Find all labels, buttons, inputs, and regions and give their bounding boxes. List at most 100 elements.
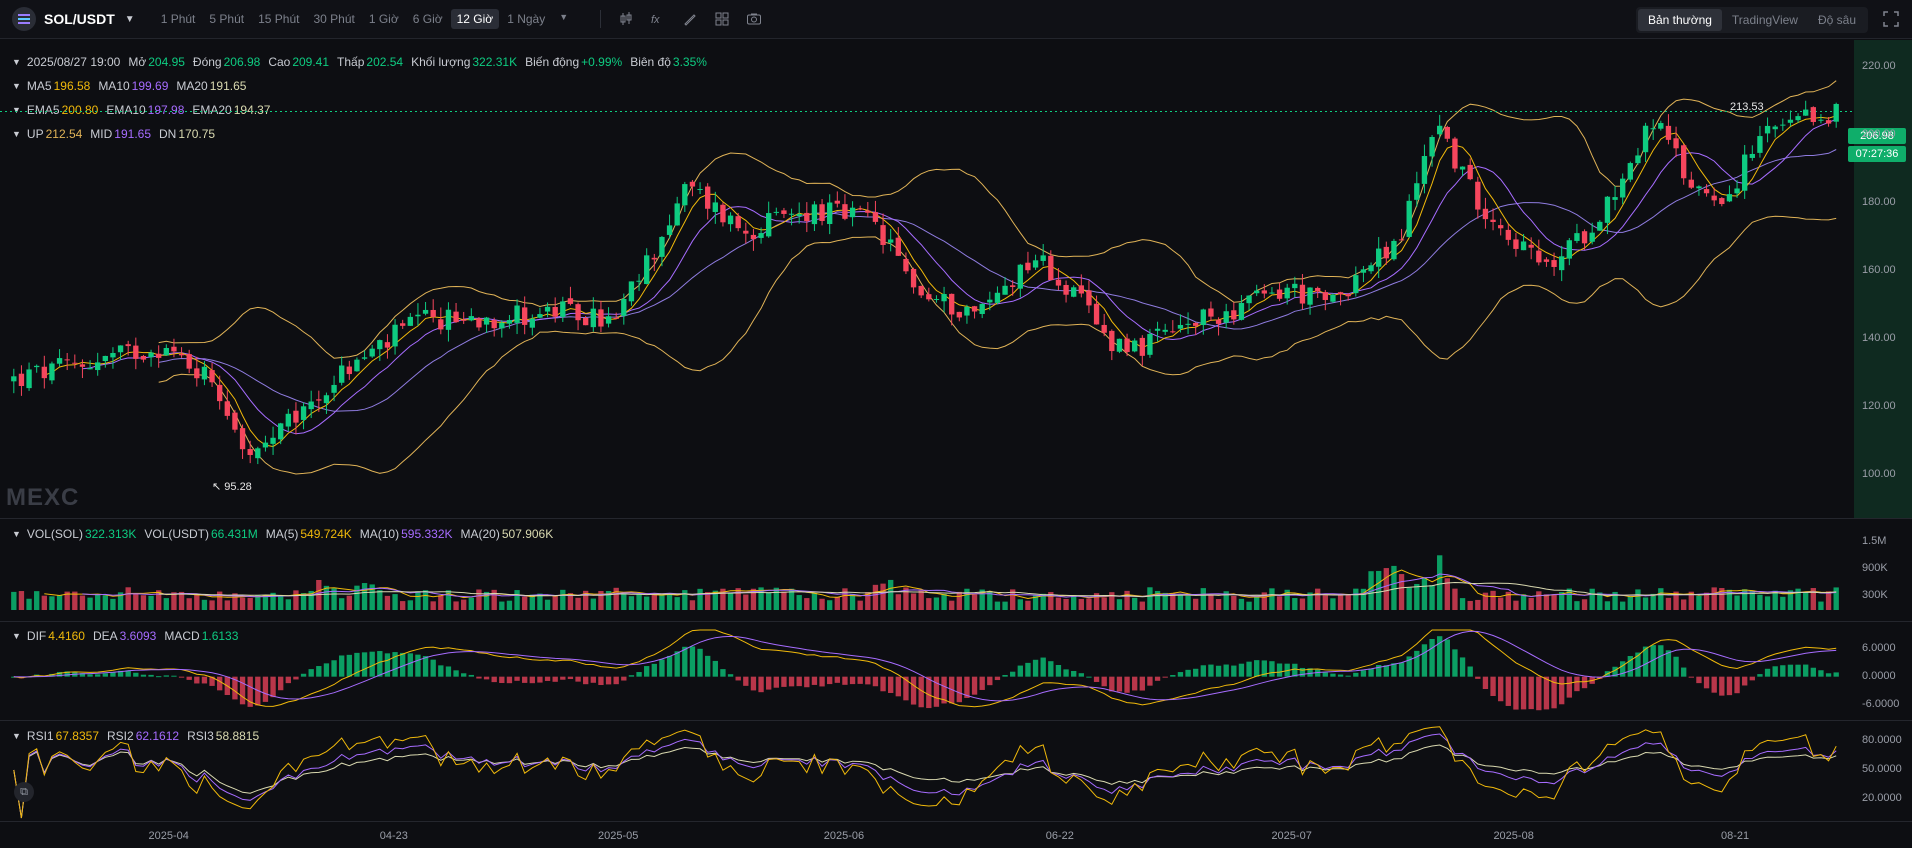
volume-bar xyxy=(750,588,757,610)
volume-bar xyxy=(1292,598,1298,610)
candle-type-icon[interactable] xyxy=(615,8,637,30)
collapse-icon[interactable]: ▼ xyxy=(12,57,21,67)
macd-histogram-bar xyxy=(1642,646,1649,677)
volume-bar xyxy=(514,590,520,610)
volume-bar xyxy=(361,583,368,610)
screenshot-icon[interactable] xyxy=(743,8,765,30)
candle-body xyxy=(506,320,513,324)
interval-1-giờ[interactable]: 1 Giờ xyxy=(363,9,405,29)
dif-value: 4.4160 xyxy=(48,629,85,643)
candle-body xyxy=(1063,284,1069,295)
volume-bar xyxy=(95,593,101,610)
macd-histogram-bar xyxy=(758,676,764,693)
macd-histogram-bar xyxy=(506,676,513,684)
candle-body xyxy=(499,322,505,329)
collapse-icon[interactable]: ▼ xyxy=(12,631,21,641)
interval-1-ngày[interactable]: 1 Ngày xyxy=(501,9,551,29)
candle-body xyxy=(933,298,940,300)
volume-bar xyxy=(468,597,474,610)
view-độ-sâu[interactable]: Độ sâu xyxy=(1808,9,1866,31)
indicators-icon[interactable]: fx xyxy=(647,8,669,30)
volume-axis-label: 900K xyxy=(1862,562,1888,574)
macd-histogram-bar xyxy=(712,660,718,677)
interval-1-phút[interactable]: 1 Phút xyxy=(155,9,202,29)
volume-bar xyxy=(1818,601,1824,610)
interval-selector: 1 Phút 5 Phút 15 Phút 30 Phút 1 Giờ 6 Giờ 12 G… xyxy=(155,9,574,29)
candle-body xyxy=(415,314,421,317)
candle-body xyxy=(1780,124,1786,126)
macd-histogram-bar xyxy=(316,666,322,677)
interval-12-giờ[interactable]: 12 Giờ xyxy=(450,9,500,29)
draw-icon[interactable] xyxy=(679,8,701,30)
macd-histogram-bar xyxy=(865,676,871,685)
collapse-icon[interactable]: ▼ xyxy=(12,105,21,115)
volume-bar xyxy=(293,590,299,610)
interval-5-phút[interactable]: 5 Phút xyxy=(203,9,250,29)
candle-body xyxy=(1452,138,1458,169)
collapse-icon[interactable]: ▼ xyxy=(12,529,21,539)
candle-body xyxy=(613,317,619,319)
candle-body xyxy=(125,344,131,347)
macd-histogram-bar xyxy=(11,676,17,678)
macd-histogram-bar xyxy=(522,676,528,683)
candle-body xyxy=(11,376,17,382)
candle-body xyxy=(1078,285,1084,294)
fullscreen-icon[interactable] xyxy=(1882,10,1900,28)
interval-30-phút[interactable]: 30 Phút xyxy=(307,9,360,29)
candle-body xyxy=(1505,229,1511,240)
macd-histogram-bar xyxy=(422,656,429,677)
volume-bar xyxy=(163,598,169,610)
candle-body xyxy=(1238,302,1245,320)
volume-bar xyxy=(1147,587,1153,610)
collapse-icon[interactable]: ▼ xyxy=(12,129,21,139)
ema10-value: 197.98 xyxy=(147,103,185,117)
macd-histogram-bar xyxy=(926,676,932,709)
volume-bar xyxy=(117,592,124,610)
ma10-value: 199.69 xyxy=(131,79,169,93)
mexc-watermark: MEXC xyxy=(6,484,80,511)
candle-body xyxy=(1284,287,1290,299)
volume-bar xyxy=(933,597,940,610)
volume-bar xyxy=(476,589,482,610)
ma5-line xyxy=(44,115,1837,448)
volume-bar xyxy=(377,590,383,610)
chart-settings-icon[interactable]: ⧉ xyxy=(14,782,34,802)
view-bản-thường[interactable]: Bản thường xyxy=(1637,9,1722,31)
candle-body xyxy=(34,365,40,368)
candle-body xyxy=(1459,166,1466,170)
candle-body xyxy=(590,308,596,328)
candle-body xyxy=(1307,287,1313,305)
volume-bar xyxy=(1414,583,1420,610)
more-intervals-icon[interactable]: ▼ xyxy=(553,9,574,29)
layout-icon[interactable] xyxy=(711,8,733,30)
symbol-dropdown-icon[interactable]: ▼ xyxy=(125,14,135,25)
volume-value: 322.31K xyxy=(472,55,518,69)
volume-bar xyxy=(407,600,413,610)
candle-body xyxy=(1116,338,1123,352)
macd-histogram-bar xyxy=(1559,676,1565,705)
volume-bar xyxy=(796,595,802,610)
volume-bar xyxy=(1627,596,1633,610)
interval-6-giờ[interactable]: 6 Giờ xyxy=(407,9,449,29)
candle-body xyxy=(1215,319,1222,324)
candle-body xyxy=(1620,178,1626,198)
collapse-icon[interactable]: ▼ xyxy=(12,731,21,741)
candle-body xyxy=(1322,292,1328,300)
pane-divider xyxy=(0,518,1912,519)
volume-bar xyxy=(827,600,833,610)
macd-histogram-bar xyxy=(674,651,680,677)
volume-bar xyxy=(11,591,17,610)
candle-body xyxy=(659,236,665,257)
macd-histogram-bar xyxy=(811,676,818,685)
volume-bar xyxy=(773,587,779,610)
volume-bar xyxy=(1246,601,1252,610)
macd-histogram-bar xyxy=(1513,676,1519,710)
interval-15-phút[interactable]: 15 Phút xyxy=(252,9,305,29)
volume-bar xyxy=(1376,570,1382,610)
macd-histogram-bar xyxy=(1810,667,1816,677)
collapse-icon[interactable]: ▼ xyxy=(12,81,21,91)
symbol-title[interactable]: SOL/USDT xyxy=(44,11,115,27)
macd-histogram-bar xyxy=(1742,676,1748,686)
view-tradingview[interactable]: TradingView xyxy=(1722,9,1808,31)
ema20-label: EMA20 xyxy=(192,103,232,117)
